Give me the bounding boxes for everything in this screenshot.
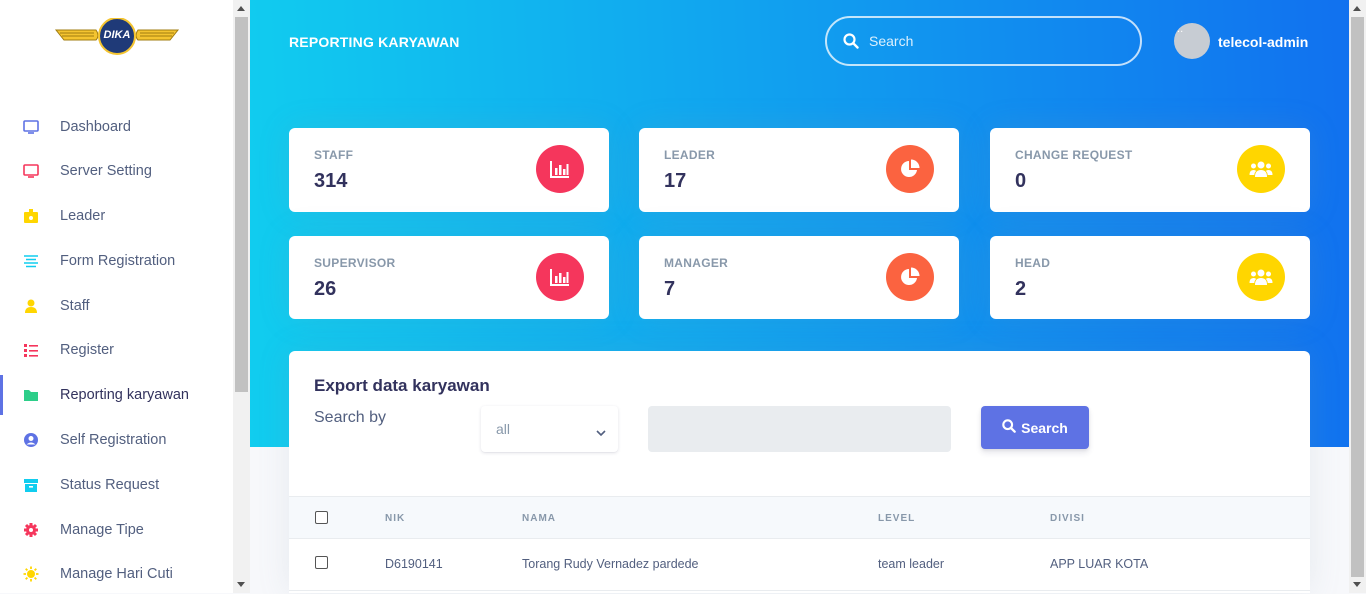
sidebar-item-label: Reporting karyawan (60, 387, 189, 403)
stat-card-staff: STAFF 314 (289, 128, 609, 212)
stat-value: 7 (664, 278, 676, 300)
table-header: NIK NAMA LEVEL DIVISI (289, 496, 1310, 539)
stat-card-leader: LEADER 17 (639, 128, 959, 212)
stat-title: HEAD (1015, 256, 1051, 270)
sidebar-item-label: Leader (60, 208, 106, 224)
stat-title: LEADER (664, 148, 716, 162)
search-bar[interactable] (825, 16, 1142, 66)
sidebar-item-label: Self Registration (60, 432, 167, 448)
avatar[interactable]: ... (1174, 23, 1210, 59)
sidebar-scrollbar[interactable] (233, 0, 250, 593)
chart-bar-icon (536, 253, 584, 301)
sidebar-item-label: Manage Tipe (60, 522, 144, 538)
search-by-label: Search by (314, 409, 387, 426)
stat-value: 314 (314, 170, 348, 192)
sidebar-item-manage-tipe[interactable]: Manage Tipe (0, 510, 233, 550)
chart-pie-icon (886, 145, 934, 193)
table-row[interactable]: D6190141 Torang Rudy Vernadez pardede te… (289, 539, 1310, 591)
sidebar-item-label: Register (60, 342, 114, 358)
sun-icon (23, 566, 39, 582)
sidebar-item-label: Dashboard (60, 119, 131, 135)
logo-text: DIKA (103, 29, 131, 41)
stat-value: 0 (1015, 170, 1027, 192)
archive-icon (23, 477, 39, 493)
badge-icon (23, 208, 39, 224)
sidebar-item-reporting-karyawan[interactable]: Reporting karyawan (0, 375, 233, 415)
select-all-checkbox[interactable] (315, 511, 328, 524)
user-name[interactable]: telecol-admin (1218, 34, 1308, 50)
stat-title: CHANGE REQUEST (1015, 148, 1133, 162)
sidebar-item-label: Server Setting (60, 163, 152, 179)
cell-level: team leader (878, 557, 945, 571)
cell-nik: D6190141 (385, 557, 443, 571)
sidebar-item-register[interactable]: Register (0, 330, 233, 370)
sidebar-item-server-setting[interactable]: Server Setting (0, 151, 233, 191)
scrollbar-thumb[interactable] (1351, 17, 1364, 577)
export-panel: Export data karyawan Search by all Searc… (289, 351, 1310, 593)
sidebar-item-label: Status Request (60, 477, 160, 493)
stat-card-change-request: CHANGE REQUEST 0 (990, 128, 1310, 212)
select-value: all (496, 421, 511, 437)
search-button[interactable]: Search (981, 406, 1089, 449)
page-scrollbar[interactable] (1349, 0, 1366, 593)
stat-value: 17 (664, 170, 687, 192)
align-left-icon (23, 253, 39, 269)
scroll-down-arrow-icon[interactable] (237, 582, 245, 587)
list-icon (23, 342, 39, 358)
cell-nama: Torang Rudy Vernadez pardede (522, 557, 699, 571)
search-input[interactable] (869, 31, 1119, 51)
sidebar-item-label: Staff (60, 298, 90, 314)
sidebar-item-form-registration[interactable]: Form Registration (0, 241, 233, 281)
stat-card-manager: MANAGER 7 (639, 236, 959, 319)
dika-logo[interactable]: DIKA (54, 17, 180, 58)
column-header-divisi[interactable]: DIVISI (1050, 513, 1085, 524)
stat-card-supervisor: SUPERVISOR 26 (289, 236, 609, 319)
column-header-nik[interactable]: NIK (385, 513, 405, 524)
scroll-down-arrow-icon[interactable] (1353, 582, 1361, 587)
column-header-level[interactable]: LEVEL (878, 513, 915, 524)
search-value-input[interactable] (648, 406, 951, 452)
chart-bar-icon (536, 145, 584, 193)
page-title: REPORTING KARYAWAN (289, 34, 460, 50)
users-icon (1237, 253, 1285, 301)
avatar-alt-text: ... (1174, 23, 1184, 35)
search-button-label: Search (1021, 419, 1068, 436)
sidebar-item-dashboard[interactable]: Dashboard (0, 107, 233, 147)
row-checkbox[interactable] (315, 556, 328, 569)
cell-divisi: APP LUAR KOTA (1050, 557, 1149, 571)
stat-title: STAFF (314, 148, 354, 162)
sidebar-item-leader[interactable]: Leader (0, 196, 233, 236)
stat-card-head: HEAD 2 (990, 236, 1310, 319)
sidebar-item-self-registration[interactable]: Self Registration (0, 420, 233, 460)
chevron-down-icon (596, 424, 606, 442)
search-by-select[interactable]: all (481, 406, 618, 452)
chart-pie-icon (886, 253, 934, 301)
column-header-nama[interactable]: NAMA (522, 513, 556, 524)
monitor-icon (23, 119, 39, 135)
stat-value: 26 (314, 278, 337, 300)
sidebar-item-label: Form Registration (60, 253, 176, 269)
user-icon (23, 298, 39, 314)
stat-title: MANAGER (664, 256, 729, 270)
scroll-up-arrow-icon[interactable] (1353, 6, 1361, 11)
sidebar: DIKA Dashboard Server Setting Leader For… (0, 0, 233, 593)
folder-icon (23, 387, 39, 403)
sidebar-item-status-request[interactable]: Status Request (0, 465, 233, 505)
tv-icon (23, 163, 39, 179)
search-icon (1002, 419, 1016, 436)
sidebar-item-manage-hari-cuti[interactable]: Manage Hari Cuti (0, 554, 233, 594)
user-circle-icon (23, 432, 39, 448)
gear-icon (23, 522, 39, 538)
users-icon (1237, 145, 1285, 193)
panel-title: Export data karyawan (314, 376, 490, 395)
stat-title: SUPERVISOR (314, 256, 396, 270)
stat-value: 2 (1015, 278, 1027, 300)
search-icon (843, 33, 859, 54)
sidebar-item-label: Manage Hari Cuti (60, 566, 173, 582)
scroll-up-arrow-icon[interactable] (237, 6, 245, 11)
scrollbar-thumb[interactable] (235, 17, 248, 392)
sidebar-item-staff[interactable]: Staff (0, 286, 233, 326)
